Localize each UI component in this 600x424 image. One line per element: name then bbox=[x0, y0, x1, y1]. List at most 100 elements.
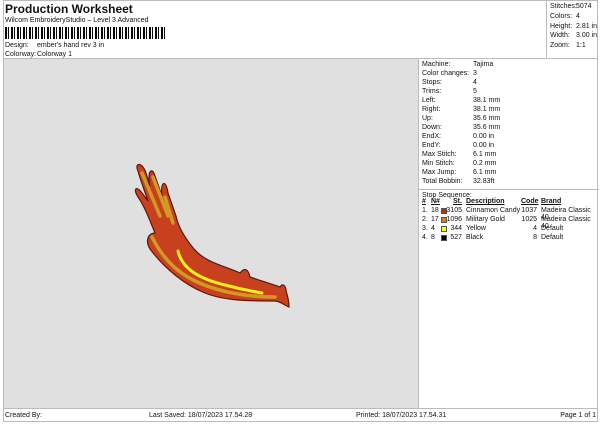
design-preview bbox=[4, 58, 418, 408]
created-by: Created By: bbox=[5, 412, 42, 419]
summary-row: Colors: 4 bbox=[550, 12, 580, 22]
detail-value: Tajima bbox=[473, 61, 494, 68]
page-number: Page 1 of 1 bbox=[560, 412, 596, 419]
hand-outline bbox=[134, 163, 290, 308]
col-description: Description bbox=[466, 198, 505, 205]
stitch-count: 1096 bbox=[446, 216, 462, 223]
stop-num: 3. bbox=[422, 225, 428, 232]
detail-value: 0.00 in bbox=[473, 133, 495, 140]
detail-row: Right: 38.1 mm bbox=[422, 106, 500, 115]
detail-label: Down: bbox=[422, 124, 442, 131]
printed-date: Printed: 18/07/2023 17.54.31 bbox=[356, 412, 447, 419]
detail-row: Down: 35.6 mm bbox=[422, 124, 500, 133]
detail-value: 3 bbox=[473, 70, 477, 77]
detail-value: 38.1 mm bbox=[473, 97, 501, 104]
detail-row: Machine: Tajima bbox=[422, 61, 493, 70]
color-description: Military Gold bbox=[466, 216, 505, 223]
col-code: Code bbox=[521, 198, 539, 205]
color-code: 1037 bbox=[521, 207, 537, 214]
colorway-label: Colorway: bbox=[5, 51, 37, 58]
detail-label: Right: bbox=[422, 106, 441, 113]
detail-value: 35.6 mm bbox=[473, 124, 501, 131]
col-brand: Brand bbox=[541, 198, 562, 205]
summary-value: 1:1 bbox=[576, 42, 586, 50]
stitch-count: 344 bbox=[450, 225, 462, 232]
detail-value: 4 bbox=[473, 79, 477, 86]
detail-row: Up: 35.6 mm bbox=[422, 115, 500, 124]
detail-label: Color changes: bbox=[422, 70, 470, 77]
detail-row: Color changes: 3 bbox=[422, 70, 477, 79]
summary-label: Width: bbox=[550, 32, 570, 40]
summary-label: Stitches: bbox=[550, 3, 577, 10]
needle-num: 18 bbox=[431, 207, 439, 214]
summary-row: Zoom: 1:1 bbox=[550, 42, 586, 51]
summary-row: Stitches: 5074 bbox=[550, 3, 592, 12]
detail-label: Min Stitch: bbox=[422, 160, 455, 167]
detail-row: Trims: 5 bbox=[422, 88, 477, 97]
detail-label: Max Jump: bbox=[422, 169, 457, 176]
color-description: Yellow bbox=[466, 225, 486, 232]
detail-value: 5 bbox=[473, 88, 477, 95]
software-name: Wilcom EmbroideryStudio – Level 3 Advanc… bbox=[5, 17, 149, 24]
design-name: ember's hand rev 3 in bbox=[37, 42, 105, 49]
thread-brand: Default bbox=[541, 234, 564, 241]
col-n: N# bbox=[431, 198, 440, 205]
detail-row: Stops: 4 bbox=[422, 79, 477, 88]
color-code: 4 bbox=[533, 225, 537, 232]
summary-value: 4 bbox=[576, 12, 580, 20]
detail-row: EndY: 0.00 in bbox=[422, 142, 494, 151]
detail-label: EndY: bbox=[422, 142, 441, 149]
needle-num: 17 bbox=[431, 216, 439, 223]
summary-label: Zoom: bbox=[550, 42, 570, 50]
detail-label: Trims: bbox=[422, 88, 442, 95]
summary-value: 3.00 in bbox=[576, 32, 598, 40]
summary-row: Width: 3.00 in bbox=[550, 32, 597, 41]
last-saved: Last Saved: 18/07/2023 17.54.28 bbox=[149, 412, 253, 419]
summary-value: 2.81 in bbox=[576, 22, 598, 30]
stop-num: 2. bbox=[422, 216, 428, 223]
needle-num: 4 bbox=[431, 225, 435, 232]
detail-value: 6.1 mm bbox=[473, 151, 497, 158]
summary-box: Stitches: 5074 Colors: 4 Height: 2.81 in Width… bbox=[546, 0, 598, 58]
detail-value: 35.6 mm bbox=[473, 115, 501, 122]
page-title: Production Worksheet bbox=[5, 2, 133, 16]
summary-value: 5074 bbox=[576, 3, 592, 10]
detail-row: Total Bobbin: 32.83ft bbox=[422, 178, 494, 187]
detail-value: 32.83ft bbox=[473, 178, 495, 185]
detail-label: Total Bobbin: bbox=[422, 178, 463, 185]
design-label: Design: bbox=[5, 42, 29, 49]
detail-value: 6.1 mm bbox=[473, 169, 497, 176]
stop-sequence-title: Stop Sequence: bbox=[419, 189, 599, 201]
col-st: St. bbox=[453, 198, 462, 205]
stitch-count: 527 bbox=[450, 234, 462, 241]
summary-label: Colors: bbox=[550, 12, 573, 20]
color-description: Cinnamon Candy bbox=[466, 207, 521, 214]
footer: Created By: Last Saved: 18/07/2023 17.54… bbox=[4, 408, 598, 422]
summary-row: Height: 2.81 in bbox=[550, 22, 597, 32]
col-num: # bbox=[422, 198, 426, 205]
detail-row: EndX: 0.00 in bbox=[422, 133, 494, 142]
detail-value: 0.00 in bbox=[473, 142, 495, 149]
detail-label: Max Stitch: bbox=[422, 151, 457, 158]
needle-num: 8 bbox=[431, 234, 435, 241]
barcode bbox=[5, 27, 165, 39]
detail-label: Stops: bbox=[422, 79, 442, 86]
stop-num: 4. bbox=[422, 234, 428, 241]
details-panel: Machine: Tajima Color changes: 3 Stops: 4 Trim… bbox=[418, 58, 599, 408]
color-code: 8 bbox=[533, 234, 537, 241]
thread-brand: Default bbox=[541, 225, 564, 232]
color-swatch bbox=[441, 235, 447, 241]
embroidery-design bbox=[134, 163, 290, 308]
detail-label: Machine: bbox=[422, 61, 451, 68]
detail-label: EndX: bbox=[422, 133, 442, 140]
stitch-count: 3105 bbox=[446, 207, 462, 214]
detail-row: Left: 38.1 mm bbox=[422, 97, 500, 106]
color-swatch bbox=[441, 226, 447, 232]
detail-value: 38.1 mm bbox=[473, 106, 501, 113]
summary-label: Height: bbox=[550, 22, 573, 30]
detail-row: Max Stitch: 6.1 mm bbox=[422, 151, 496, 160]
stop-num: 1. bbox=[422, 207, 428, 214]
color-code: 1025 bbox=[521, 216, 537, 223]
colorway-name: Colorway 1 bbox=[37, 51, 73, 58]
detail-value: 0.2 mm bbox=[473, 160, 497, 167]
